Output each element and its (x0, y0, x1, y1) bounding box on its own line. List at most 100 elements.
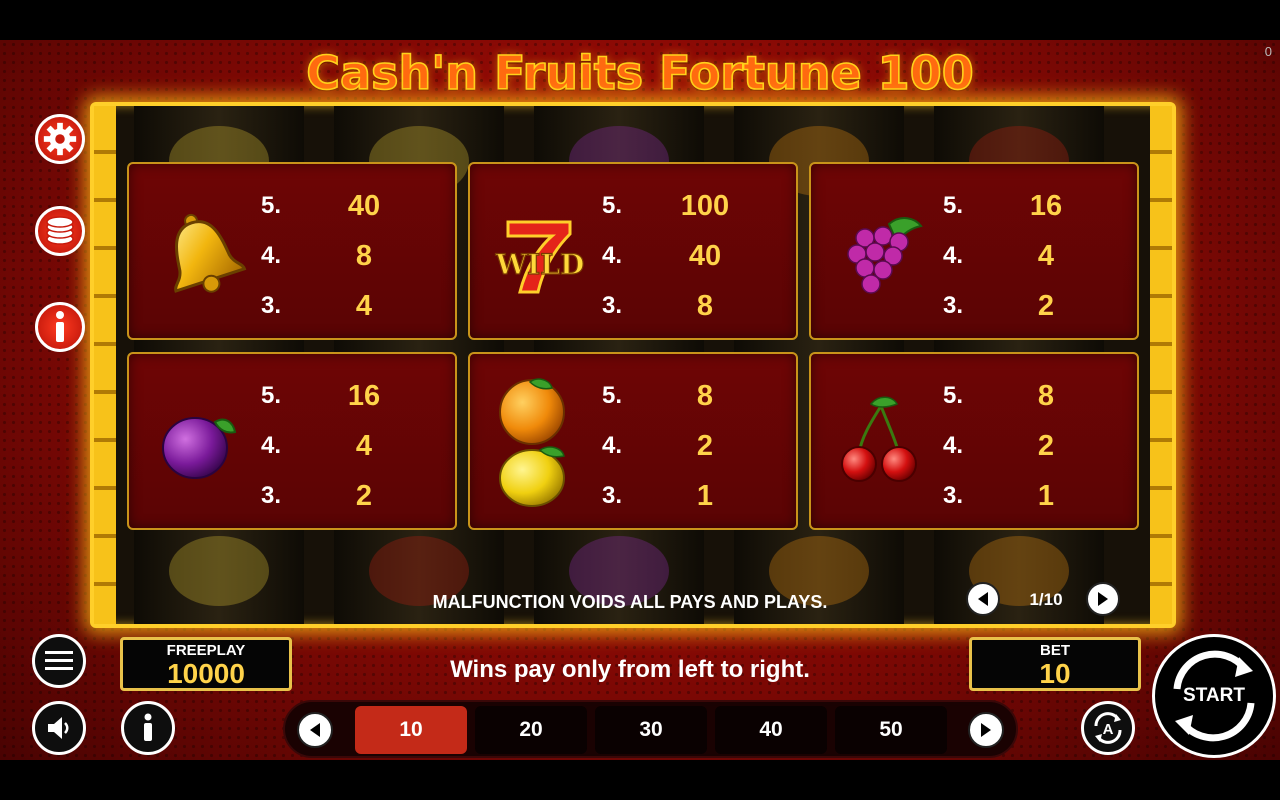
info-icon (144, 713, 152, 741)
pay-value: 8 (696, 380, 714, 412)
pay-row: 5. 100 (600, 186, 760, 226)
settings-button[interactable] (35, 114, 85, 164)
pay-value: 16 (347, 380, 381, 412)
pay-count: 4. (602, 432, 623, 459)
pay-row: 5. 16 (941, 186, 1101, 226)
bet-decrease-button[interactable] (297, 712, 333, 748)
pay-row: 5. 40 (259, 186, 419, 226)
bet-option[interactable]: 30 (595, 706, 707, 754)
wild-seven-icon: WILD (494, 220, 585, 294)
pay-value: 100 (680, 190, 730, 222)
autoplay-button[interactable]: A (1081, 701, 1135, 755)
speaker-icon (48, 717, 69, 739)
bet-display: BET 10 (969, 637, 1141, 691)
bet-option[interactable]: 50 (835, 706, 947, 754)
pay-value: 8 (696, 290, 714, 322)
orange-lemon-icon (499, 378, 565, 507)
pay-count: 4. (602, 242, 623, 269)
pay-count: 3. (261, 482, 282, 509)
bet-option[interactable]: 10 (355, 706, 467, 754)
paytable-card-bell: 5. 40 4. 8 3. 4 (127, 162, 457, 340)
prev-page-button[interactable] (966, 582, 1000, 616)
pay-count: 4. (261, 432, 282, 459)
bet-option[interactable]: 40 (715, 706, 827, 754)
autoplay-icon: A (1094, 712, 1122, 744)
wild-label: WILD (495, 248, 585, 281)
paytable-pagination: 1/10 (966, 582, 1126, 618)
freeplay-balance: FREEPLAY 10000 (120, 637, 292, 691)
pay-value: 1 (696, 480, 714, 512)
paytable-card-cherry: 5. 8 4. 2 3. 1 (809, 352, 1139, 530)
svg-text:A: A (1103, 721, 1114, 738)
paytable-card-orange-lemon: 5. 8 4. 2 3. 1 (468, 352, 798, 530)
pay-row: 4. 2 (600, 426, 760, 466)
pay-row: 5. 8 (600, 376, 760, 416)
pay-value: 8 (1037, 380, 1055, 412)
reel-ghost-symbol (169, 536, 269, 606)
pay-value: 1 (1037, 480, 1055, 512)
bet-selector: 10 20 30 40 50 (283, 700, 1018, 758)
chevron-left-icon (978, 592, 988, 606)
pay-value: 4 (355, 290, 373, 322)
left-pillar (94, 106, 116, 624)
paytable-card-plum: 5. 16 4. 4 3. 2 (127, 352, 457, 530)
pay-row: 3. 1 (600, 476, 760, 516)
start-button[interactable]: START (1152, 634, 1276, 758)
chevron-right-icon (981, 723, 991, 737)
bell-icon (174, 213, 247, 293)
coin-stack-icon (46, 216, 74, 245)
pay-row: 3. 1 (941, 476, 1101, 516)
info-small-button[interactable] (121, 701, 175, 755)
pay-count: 5. (943, 192, 964, 219)
pay-count: 5. (261, 382, 282, 409)
pay-value: 4 (1037, 240, 1055, 272)
chevron-right-icon (1098, 592, 1108, 606)
pay-count: 3. (602, 292, 623, 319)
page-indicator: 1/10 (1029, 590, 1063, 609)
pay-row: 4. 4 (941, 236, 1101, 276)
pay-value: 2 (1037, 430, 1055, 462)
pay-value: 2 (1037, 290, 1055, 322)
sound-button[interactable] (32, 701, 86, 755)
bet-label: BET (1040, 642, 1070, 659)
paytable: 5. 40 4. 8 3. 4 WILD 5. 100 4. 40 3. 8 5… (127, 162, 1140, 532)
pay-row: 3. 8 (600, 286, 760, 326)
pay-row: 4. 4 (259, 426, 419, 466)
coins-button[interactable] (35, 206, 85, 256)
paytable-card-wild: WILD 5. 100 4. 40 3. 8 (468, 162, 798, 340)
next-page-button[interactable] (1086, 582, 1120, 616)
pay-count: 4. (261, 242, 282, 269)
paytable-card-grapes: 5. 16 4. 4 3. 2 (809, 162, 1139, 340)
plum-icon (162, 417, 237, 479)
pay-row: 4. 40 (600, 236, 760, 276)
freeplay-label: FREEPLAY (166, 642, 246, 659)
gear-icon (43, 122, 77, 156)
pay-row: 5. 8 (941, 376, 1101, 416)
pay-count: 5. (602, 382, 623, 409)
chevron-left-icon (310, 723, 320, 737)
pay-row: 4. 2 (941, 426, 1101, 466)
info-button[interactable] (35, 302, 85, 352)
pay-value: 40 (688, 240, 722, 272)
malfunction-notice: MALFUNCTION VOIDS ALL PAYS AND PLAYS. (432, 592, 828, 612)
pay-count: 3. (943, 292, 964, 319)
bet-value: 10 (1039, 658, 1071, 689)
pay-row: 3. 4 (259, 286, 419, 326)
freeplay-value: 10000 (167, 658, 245, 689)
bet-increase-button[interactable] (968, 712, 1004, 748)
menu-button[interactable] (32, 634, 86, 688)
game-title: Cash'n Fruits Fortune 100 (305, 45, 974, 101)
start-label: START (1183, 685, 1245, 706)
pay-value: 2 (355, 480, 373, 512)
pay-row: 5. 16 (259, 376, 419, 416)
pay-count: 3. (943, 482, 964, 509)
pay-row: 3. 2 (941, 286, 1101, 326)
pay-row: 4. 8 (259, 236, 419, 276)
pay-row: 3. 2 (259, 476, 419, 516)
right-pillar (1150, 106, 1172, 624)
info-icon (56, 311, 64, 342)
pay-count: 5. (602, 192, 623, 219)
cherry-icon (841, 396, 917, 482)
bet-option[interactable]: 20 (475, 706, 587, 754)
pay-value: 2 (696, 430, 714, 462)
